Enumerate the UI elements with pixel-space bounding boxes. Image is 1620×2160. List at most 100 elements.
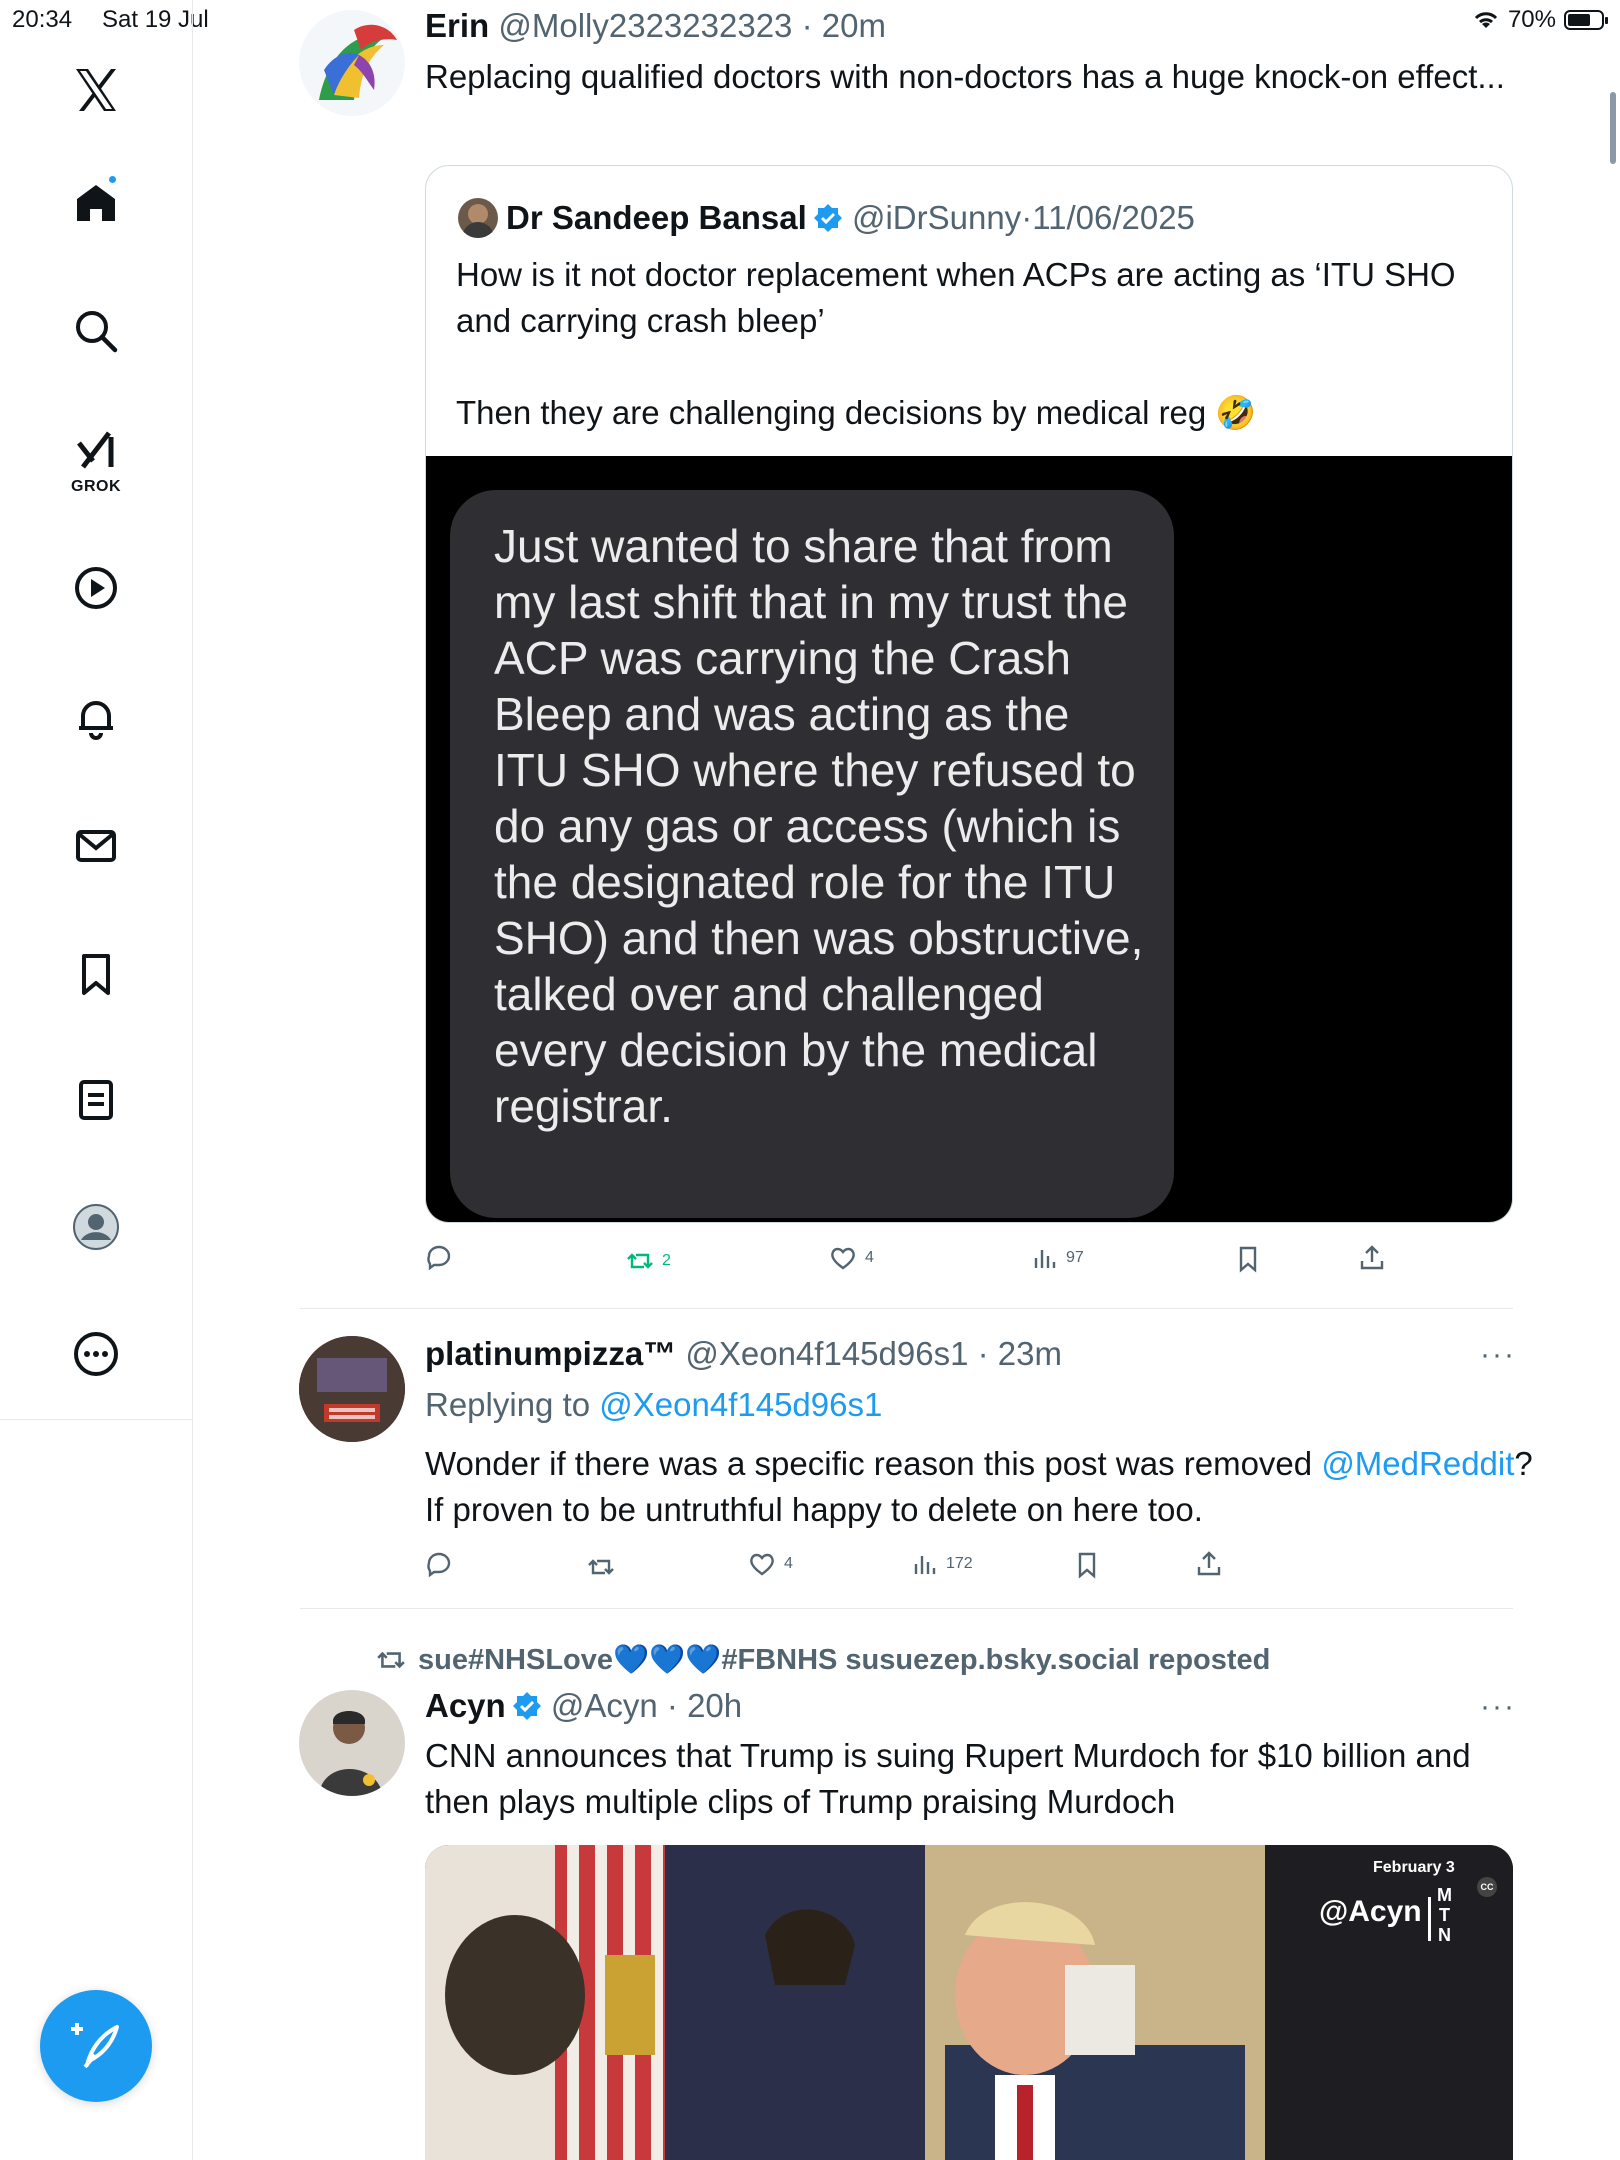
quote-date: 11/06/2025 [1032,199,1195,236]
sidebar-item-profile[interactable] [56,1187,136,1267]
tweet-text: CNN announces that Trump is suing Rupert… [425,1737,1471,1820]
heart-icon [750,1553,774,1576]
tweet-time[interactable]: 20m [822,7,886,44]
share-icon [1360,1245,1384,1270]
quoted-tweet[interactable]: Dr Sandeep Bansal @iDrSunny·11/06/2025 H… [425,165,1513,1223]
tweet-time[interactable]: 23m [998,1335,1062,1372]
replying-to: Replying to @Xeon4f145d96s1 [425,1385,882,1425]
share-icon [1197,1551,1221,1576]
views-button[interactable]: 97 [1030,1244,1084,1272]
video-mtn-logo: M T N [1437,1885,1452,1945]
acyn-avatar-icon [299,1690,405,1796]
tweet-header: Erin @Molly2323232323 · 20m [425,6,886,46]
tweet-time[interactable]: 20h [687,1687,742,1724]
share-button[interactable] [1195,1550,1223,1578]
tweet-header: platinumpizza™ @Xeon4f145d96s1 · 23m [425,1334,1062,1374]
home-notification-dot [109,176,116,183]
tweet-header: Acyn @Acyn · 20h [425,1686,742,1726]
quote-avatar-face [468,204,488,224]
compose-icon [71,2023,119,2069]
x-logo[interactable] [56,50,136,130]
repost-button[interactable]: 2 [626,1247,671,1275]
sidebar-item-more[interactable] [56,1314,136,1394]
bookmarks-icon [82,954,110,995]
battery-percent: 70% [1507,6,1556,33]
quote-header: Dr Sandeep Bansal @iDrSunny·11/06/2025 [506,198,1195,238]
sidebar-item-home[interactable] [56,162,136,242]
sidebar-divider [0,1419,192,1420]
video-frame-image [425,1845,1513,2160]
tweet-video[interactable]: February 3 CC @Acyn M T N [425,1845,1513,2160]
more-options-icon[interactable]: ··· [1480,1338,1516,1372]
sidebar-item-bookmarks[interactable] [56,934,136,1014]
battery-icon [1564,10,1608,30]
sidebar-item-explore[interactable] [56,291,136,371]
view-count: 97 [1066,1249,1084,1266]
gmc-avatar-icon [299,1336,405,1442]
repost-icon [627,1253,653,1269]
mtn-t: T [1439,1905,1450,1925]
verified-badge-icon [512,1692,541,1720]
grok-icon [77,431,114,469]
profile-icon [73,1204,119,1250]
repost-button[interactable] [587,1553,615,1581]
verified-badge-icon [813,204,842,232]
bookmark-button[interactable] [1073,1551,1101,1579]
reply-button[interactable] [425,1243,453,1271]
quote-author-name: Dr Sandeep Bansal [506,199,807,236]
sidebar: GROK [0,0,193,2160]
replying-to-link[interactable]: @Xeon4f145d96s1 [599,1386,882,1423]
repost-icon [588,1559,614,1575]
video-watermark: @Acyn [1319,1895,1422,1928]
avatar[interactable] [299,1690,405,1796]
like-button[interactable]: 4 [829,1244,874,1272]
sidebar-item-video[interactable] [56,548,136,628]
grok-label: GROK [71,478,121,495]
like-button[interactable]: 4 [748,1550,793,1578]
lists-icon [79,1080,113,1120]
author-name[interactable]: platinumpizza™ [425,1335,676,1372]
sidebar-item-messages[interactable] [56,806,136,886]
reply-icon [427,1552,451,1578]
notifications-icon [79,701,113,740]
author-handle[interactable]: @Acyn [551,1687,658,1724]
avatar[interactable] [299,10,405,116]
video-date: February 3 [1373,1859,1455,1876]
share-button[interactable] [1358,1244,1386,1272]
quote-image[interactable]: Just wanted to share that from my last s… [426,456,1512,1222]
battery-fill [1568,14,1591,26]
more-options-icon[interactable]: ··· [1480,1690,1516,1724]
bookmark-icon [1078,1552,1096,1579]
reply-button[interactable] [425,1550,453,1578]
mention-link[interactable]: @MedReddit [1321,1445,1514,1482]
messages-icon [76,830,116,862]
more-icon [74,1332,118,1376]
author-name[interactable]: Erin [425,7,489,44]
captions-button[interactable]: CC [1477,1877,1497,1897]
quote-avatar-body [462,222,494,238]
video-icon [75,567,117,609]
bookmark-button[interactable] [1234,1245,1262,1273]
watermark-divider [1428,1897,1431,1941]
views-button[interactable]: 172 [910,1550,973,1578]
tweet-text-part1: Wonder if there was a specific reason th… [425,1445,1322,1482]
compose-button[interactable] [40,1990,152,2102]
sidebar-item-lists[interactable] [56,1060,136,1140]
repost-label: sue#NHSLove💙💙💙#FBNHS susuezep.bsky.socia… [418,1644,1271,1676]
quote-text-line2: Then they are challenging decisions by m… [456,394,1257,431]
like-count: 4 [865,1249,874,1266]
avatar[interactable] [299,1336,405,1442]
scrollbar[interactable] [1610,92,1616,164]
author-name[interactable]: Acyn [425,1687,506,1724]
repost-context[interactable]: sue#NHSLove💙💙💙#FBNHS susuezep.bsky.socia… [376,1640,1270,1680]
wifi-icon [1474,12,1498,28]
time-separator: · [657,1687,688,1724]
message-bubble: Just wanted to share that from my last s… [450,490,1174,1218]
author-handle[interactable]: @Xeon4f145d96s1 [685,1335,968,1372]
like-count: 4 [784,1555,793,1572]
views-icon [914,1556,936,1574]
quote-date-separator: · [1021,199,1033,236]
sidebar-item-notifications[interactable] [56,677,136,757]
image-text: Just wanted to share that from my last s… [494,520,1144,1132]
author-handle[interactable]: @Molly2323232323 [498,7,792,44]
